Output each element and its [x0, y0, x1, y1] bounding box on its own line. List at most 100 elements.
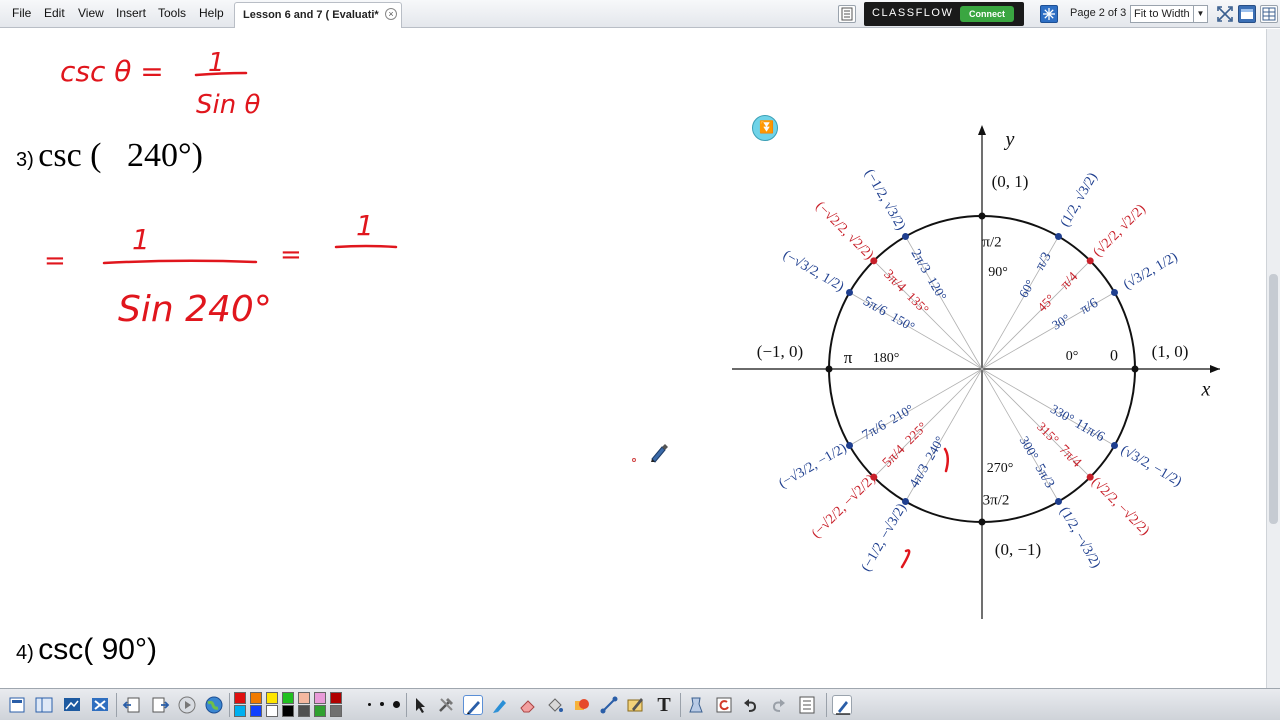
pen-size-small[interactable]: [368, 703, 371, 706]
y-axis-label: y: [1004, 129, 1015, 151]
radian-label: 2π/3: [908, 247, 933, 276]
window-icon[interactable]: [1238, 5, 1256, 23]
coordinate-label: (−1/2, √3/2): [861, 167, 908, 233]
main-menu-icon[interactable]: [8, 695, 28, 715]
redo-icon[interactable]: [768, 695, 788, 715]
pen-size-medium[interactable]: [380, 702, 384, 706]
undo-icon[interactable]: [741, 695, 761, 715]
menu-tools[interactable]: Tools: [158, 6, 186, 20]
color-swatch[interactable]: [282, 705, 294, 717]
globe-icon[interactable]: [204, 695, 224, 715]
snowflake-icon[interactable]: [1040, 5, 1058, 23]
coordinate-label: (1/2, √3/2): [1058, 170, 1101, 230]
reset-page-icon[interactable]: [714, 695, 734, 715]
handwriting-recognition-icon[interactable]: [626, 695, 646, 715]
degree-label: 300°: [1017, 433, 1042, 462]
notes-icon[interactable]: [838, 5, 856, 23]
menu-help[interactable]: Help: [199, 6, 224, 20]
radian-label-270: 3π/2: [983, 492, 1010, 508]
degree-label: 315°: [1034, 419, 1062, 447]
bottom-toolbar: T: [0, 688, 1280, 720]
connect-button[interactable]: Connect: [960, 6, 1014, 22]
grid-view-icon[interactable]: [1260, 5, 1278, 23]
color-swatch[interactable]: [282, 692, 294, 704]
toolbar-separator: [680, 693, 681, 717]
flipchart-canvas[interactable]: 3) csc ( 240°) 4) csc( 90°) csc θ = 1 Si…: [0, 29, 1266, 688]
handwritten-step-numerator: 1: [132, 223, 150, 256]
handwritten-fraction-bar-3: [334, 244, 398, 249]
color-swatch[interactable]: [234, 692, 246, 704]
color-swatch[interactable]: [234, 705, 246, 717]
select-arrow-icon[interactable]: [410, 695, 430, 715]
handwritten-equals-2: =: [280, 240, 302, 270]
angle-point: [825, 365, 833, 373]
ink-check-mark: [943, 447, 949, 473]
color-swatch[interactable]: [250, 692, 262, 704]
menu-edit[interactable]: Edit: [44, 6, 65, 20]
coordinate-label: (−√2/2, √2/2): [812, 199, 876, 263]
y-axis-arrow-icon: [978, 125, 986, 135]
degree-label: 45°: [1034, 291, 1057, 314]
degree-label: 135°: [904, 289, 932, 317]
toolbar-separator: [826, 693, 827, 717]
clear-icon[interactable]: [686, 695, 706, 715]
angle-point: [902, 232, 909, 240]
handwritten-csc-identity: csc θ =: [60, 55, 164, 88]
radian-label-0: 0: [1110, 348, 1118, 365]
connector-icon[interactable]: [599, 695, 619, 715]
next-page-icon[interactable]: [150, 695, 170, 715]
degree-label: 225°: [902, 419, 930, 447]
angle-point: [902, 498, 909, 506]
angle-point: [1086, 257, 1094, 265]
menu-file[interactable]: File: [12, 6, 31, 20]
customize-toolbar-icon[interactable]: [832, 695, 852, 715]
color-swatch[interactable]: [298, 705, 310, 717]
pointer-dot: [632, 458, 636, 462]
color-swatch[interactable]: [266, 692, 278, 704]
text-tool-icon[interactable]: T: [654, 695, 674, 715]
toolbar-separator: [229, 693, 230, 717]
menu-view[interactable]: View: [78, 6, 104, 20]
radian-label: π/3: [1033, 250, 1055, 273]
pen-tool-icon[interactable]: [463, 695, 483, 715]
degree-label-270: 270°: [987, 461, 1014, 476]
degree-label: 240°: [922, 433, 947, 462]
angle-point: [845, 442, 853, 449]
point-label-bottom: (0, −1): [995, 540, 1041, 559]
color-swatch[interactable]: [266, 705, 278, 717]
menu-insert[interactable]: Insert: [116, 6, 146, 20]
handwritten-step-numerator-2: 1: [356, 209, 374, 242]
color-swatch[interactable]: [330, 692, 342, 704]
color-swatch[interactable]: [298, 692, 310, 704]
ink-check-mark: [900, 549, 911, 569]
fit-page-icon[interactable]: [1216, 5, 1234, 23]
tab-lesson[interactable]: Lesson 6 and 7 ( Evaluati* ×: [234, 2, 402, 28]
tab-close-icon[interactable]: ×: [385, 8, 397, 20]
tab-title: Lesson 6 and 7 ( Evaluati*: [243, 9, 379, 21]
vertical-scrollbar[interactable]: [1266, 29, 1280, 688]
notes-panel-icon[interactable]: [797, 695, 817, 715]
color-swatch[interactable]: [314, 705, 326, 717]
chevron-down-icon[interactable]: ▼: [1193, 6, 1207, 22]
color-swatch[interactable]: [250, 705, 262, 717]
fill-icon[interactable]: [545, 695, 565, 715]
zoom-select[interactable]: Fit to Width ▼: [1130, 5, 1208, 23]
eraser-icon[interactable]: [518, 695, 538, 715]
pen-size-large[interactable]: [393, 701, 400, 708]
previous-page-icon[interactable]: [122, 695, 142, 715]
highlighter-icon[interactable]: [490, 695, 510, 715]
desktop-tools-icon[interactable]: [90, 695, 110, 715]
color-swatch[interactable]: [330, 705, 342, 717]
desktop-annotate-icon[interactable]: [62, 695, 82, 715]
coordinate-label: (−√3/2, −1/2): [777, 441, 850, 492]
tools-icon[interactable]: [436, 695, 456, 715]
play-icon[interactable]: [177, 695, 197, 715]
shape-icon[interactable]: [572, 695, 592, 715]
radian-label: π/6: [1078, 296, 1101, 318]
scrollbar-thumb[interactable]: [1269, 274, 1278, 524]
browser-icon[interactable]: [34, 695, 54, 715]
degree-label: 150°: [889, 309, 918, 334]
x-axis-label: x: [1201, 379, 1211, 401]
coordinate-label: (1/2, −√3/2): [1056, 505, 1103, 571]
color-swatch[interactable]: [314, 692, 326, 704]
